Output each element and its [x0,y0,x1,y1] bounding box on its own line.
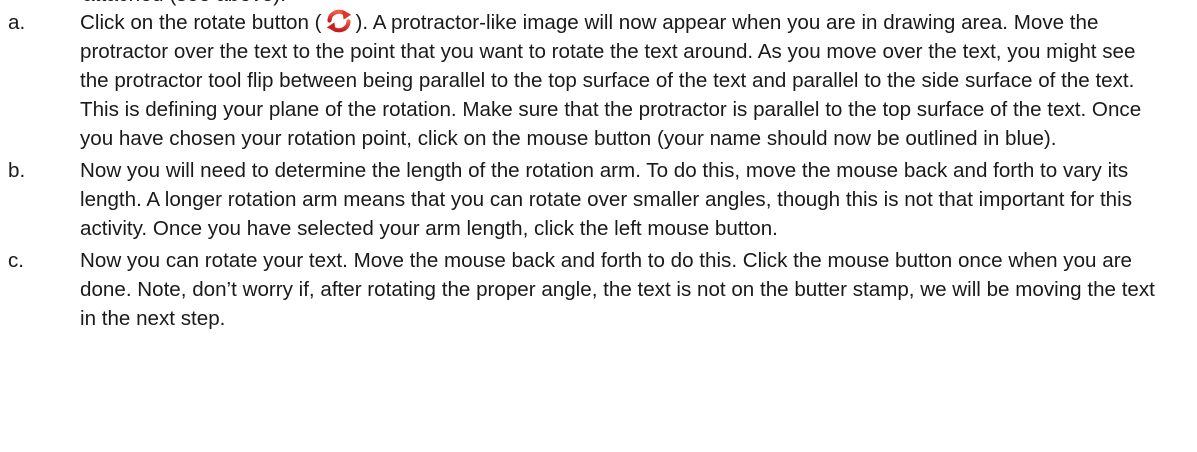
step-text: Now you can rotate your text. Move the m… [80,249,1155,330]
rotate-icon [325,8,353,34]
document-page: attached (see above). a.Click on the rot… [0,0,1197,452]
step-c: c. Now you can rotate your text. Move the… [0,246,1197,333]
step-marker: c. [8,249,25,272]
step-text-before-icon: Click on the rotate button ( [80,11,322,34]
step-a: a. Click on the rotate button (). A pro… [0,8,1197,153]
step-b: b. Now you will need to determine the len… [0,156,1197,243]
step-text: Now you will need to determine the lengt… [80,159,1132,240]
step-marker: a. [8,11,26,34]
step-marker: b. [8,159,26,182]
instruction-steps: a. Click on the rotate button (). A pro… [0,8,1197,333]
